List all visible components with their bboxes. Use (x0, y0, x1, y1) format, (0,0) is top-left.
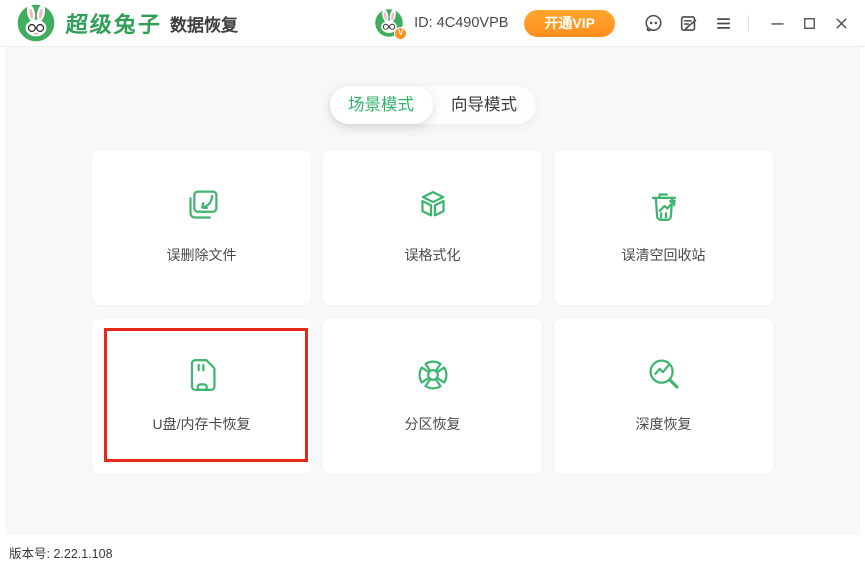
tab-scene-mode[interactable]: 场景模式 (330, 86, 433, 124)
menu-icon (713, 13, 734, 34)
recovery-card-grid: 误删除文件 误格式化 误清空回收站 (92, 150, 773, 474)
menu-button[interactable] (710, 10, 736, 36)
titlebar-divider (748, 15, 749, 31)
card-label: U盘/内存卡恢复 (153, 414, 251, 434)
deep-scan-icon (641, 352, 687, 398)
close-icon (832, 14, 851, 33)
user-avatar[interactable]: V (374, 8, 404, 38)
sd-card-icon (179, 352, 225, 398)
version-label: 版本号: 2.22.1.108 (9, 543, 113, 562)
footer: 版本号: 2.22.1.108 (0, 535, 865, 570)
card-deleted-file-recovery[interactable]: 误删除文件 (92, 150, 311, 305)
vip-badge: V (394, 27, 407, 40)
app-title-brand: 超级兔子 (65, 7, 163, 39)
user-id-label: ID: 4C490VPB (414, 15, 508, 31)
card-deep-recovery[interactable]: 深度恢复 (554, 319, 773, 474)
open-vip-button[interactable]: 开通VIP (524, 10, 615, 37)
cube-icon (410, 183, 456, 229)
mode-tab-group: 场景模式 向导模式 (330, 86, 536, 124)
card-label: 深度恢复 (636, 414, 692, 434)
feedback-button[interactable] (675, 10, 701, 36)
file-restore-icon (179, 183, 225, 229)
maximize-button[interactable] (797, 11, 821, 35)
card-usb-memory-card-recovery[interactable]: U盘/内存卡恢复 (92, 319, 311, 474)
feedback-icon (678, 13, 699, 34)
card-partition-recovery[interactable]: 分区恢复 (323, 319, 542, 474)
minimize-button[interactable] (765, 11, 789, 35)
titlebar: 超级兔子 数据恢复 (0, 0, 865, 47)
app-title-product: 数据恢复 (170, 11, 238, 36)
customer-service-icon (643, 13, 664, 34)
minimize-icon (768, 14, 787, 33)
card-label: 误删除文件 (167, 245, 237, 265)
tab-wizard-mode[interactable]: 向导模式 (433, 86, 536, 124)
card-formatted-recovery[interactable]: 误格式化 (323, 150, 542, 305)
trash-restore-icon (641, 183, 687, 229)
partition-icon (410, 352, 456, 398)
app-window: 超级兔子 数据恢复 (0, 0, 865, 570)
close-button[interactable] (829, 11, 853, 35)
customer-service-button[interactable] (640, 10, 666, 36)
maximize-icon (800, 14, 819, 33)
card-label: 分区恢复 (405, 414, 461, 434)
app-logo-rabbit-icon (16, 3, 56, 43)
card-label: 误格式化 (405, 245, 461, 265)
main-content: 场景模式 向导模式 误删除文件 误格式化 (5, 47, 860, 535)
card-label: 误清空回收站 (622, 245, 706, 265)
card-recycle-bin-recovery[interactable]: 误清空回收站 (554, 150, 773, 305)
